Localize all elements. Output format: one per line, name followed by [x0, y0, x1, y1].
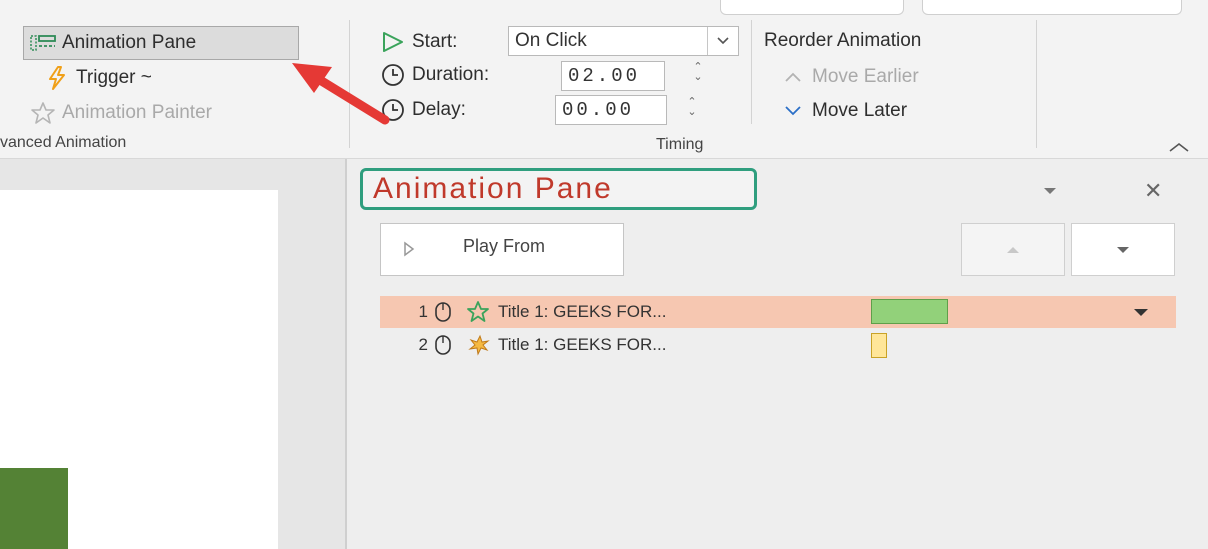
- animation-painter-button[interactable]: Animation Painter: [30, 98, 212, 128]
- ribbon-separator: [751, 20, 752, 124]
- move-down-button[interactable]: [1071, 223, 1175, 276]
- item-number: 1: [418, 302, 428, 321]
- play-from-button[interactable]: Play From: [380, 223, 624, 276]
- start-select[interactable]: On Click: [508, 26, 739, 56]
- pane-options-icon[interactable]: [1042, 183, 1058, 201]
- animation-pane-title: Animation Pane: [360, 168, 757, 210]
- duration-input[interactable]: 02.00: [561, 61, 665, 91]
- play-triangle-icon: [403, 241, 415, 262]
- timing-bar[interactable]: [871, 333, 887, 358]
- move-earlier-label: Move Earlier: [812, 66, 919, 87]
- ribbon-separator: [1036, 20, 1037, 148]
- ribbon-top-control: [922, 0, 1182, 15]
- trigger-label: Trigger ~: [76, 67, 152, 88]
- chevron-up-icon: [780, 64, 806, 90]
- item-label: Title 1: GEEKS FOR...: [498, 335, 667, 354]
- trigger-button[interactable]: Trigger ~: [44, 63, 152, 93]
- animation-list-item[interactable]: 2 Title 1: GEEKS FOR...: [380, 329, 1176, 361]
- advanced-animation-group-label: vanced Animation: [0, 134, 127, 151]
- item-dropdown-icon[interactable]: [1132, 307, 1150, 317]
- duration-value: 02.00: [568, 65, 641, 87]
- timing-bar[interactable]: [871, 299, 948, 324]
- move-later-button[interactable]: Move Later: [780, 97, 907, 125]
- lightning-icon: [44, 65, 70, 91]
- reorder-animation-label: Reorder Animation: [764, 30, 922, 51]
- delay-spinner[interactable]: ⌃ ⌄: [684, 97, 700, 118]
- duration-label: Duration:: [412, 64, 490, 85]
- timing-group-label: Timing: [656, 136, 704, 153]
- emphasis-burst-icon: [468, 334, 490, 356]
- triangle-down-icon: [1117, 246, 1129, 253]
- collapse-ribbon-icon[interactable]: [1168, 140, 1190, 158]
- star-brush-icon: [30, 100, 56, 126]
- mouse-click-icon: [435, 302, 451, 322]
- duration-spinner[interactable]: ⌃ ⌄: [690, 62, 706, 83]
- triangle-up-icon: [1007, 246, 1019, 253]
- item-number: 2: [418, 335, 428, 354]
- play-from-label: Play From: [463, 236, 546, 256]
- animation-pane-label: Animation Pane: [62, 32, 197, 53]
- animation-pane-icon: [30, 30, 56, 56]
- move-earlier-button[interactable]: Move Earlier: [780, 63, 919, 91]
- delay-value: 00.00: [562, 99, 635, 121]
- start-label-row: Start:: [380, 28, 457, 56]
- move-later-label: Move Later: [812, 100, 908, 121]
- animation-pane-button[interactable]: Animation Pane: [23, 26, 299, 60]
- entrance-star-icon: [467, 301, 489, 322]
- start-value: On Click: [515, 30, 587, 51]
- chevron-down-icon: [780, 98, 806, 124]
- animation-list-item[interactable]: 1 Title 1: GEEKS FOR...: [380, 296, 1176, 328]
- reorder-animation-title: Reorder Animation: [764, 28, 921, 54]
- item-label: Title 1: GEEKS FOR...: [498, 302, 667, 321]
- slide-shape[interactable]: [0, 468, 68, 549]
- ribbon: Animation Pane Trigger ~ Animation Paint…: [0, 0, 1208, 159]
- animation-pane-title-text: Animation Pane: [373, 172, 613, 205]
- start-label: Start:: [412, 31, 458, 52]
- ribbon-top-control: [720, 0, 904, 15]
- delay-input[interactable]: 00.00: [555, 95, 667, 125]
- annotation-arrow-icon: [292, 63, 390, 125]
- delay-label: Delay:: [412, 99, 466, 120]
- close-icon[interactable]: ✕: [1144, 178, 1162, 204]
- mouse-click-icon: [435, 335, 451, 355]
- chevron-down-icon[interactable]: [707, 27, 738, 55]
- animation-painter-label: Animation Painter: [62, 102, 212, 123]
- move-up-button[interactable]: [961, 223, 1065, 276]
- play-triangle-icon: [380, 29, 406, 55]
